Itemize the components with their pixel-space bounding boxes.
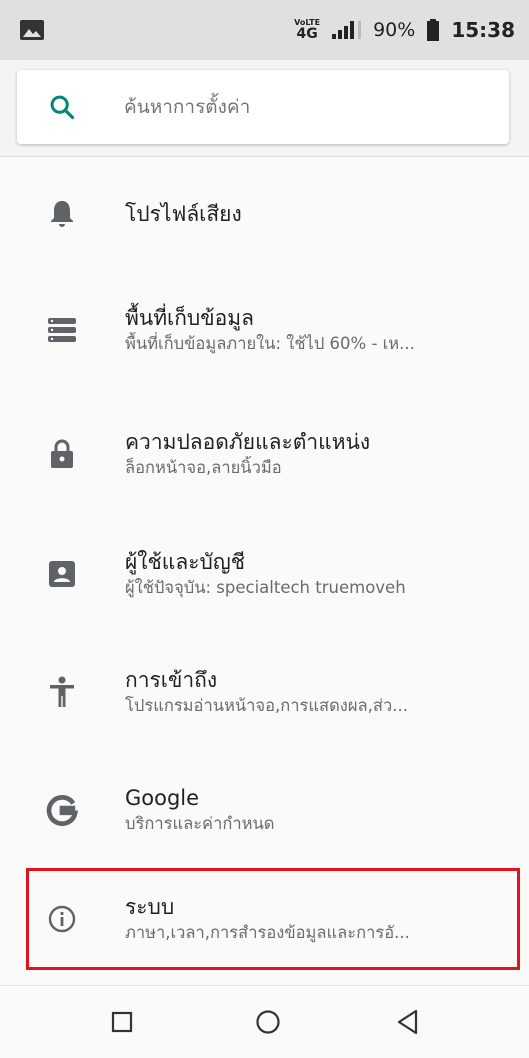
battery-percent: 90% xyxy=(373,19,416,41)
status-bar: VoLTE 4G 90% 15:38 xyxy=(0,0,529,61)
settings-item-storage[interactable]: พื้นที่เก็บข้อมูล พื้นที่เก็บข้อมูลภายใน… xyxy=(0,272,529,388)
info-icon xyxy=(46,903,78,935)
settings-item-sound-profile[interactable]: โปรไฟล์เสียง xyxy=(0,156,529,272)
recents-button[interactable] xyxy=(106,1006,138,1038)
search-area: ค้นหาการตั้งค่า xyxy=(0,60,529,157)
accessibility-icon xyxy=(46,676,78,708)
settings-item-subtitle: พื้นที่เก็บข้อมูลภายใน: ใช้ไป 60% - เห..… xyxy=(125,334,415,353)
account-icon xyxy=(46,558,78,590)
battery-icon xyxy=(427,19,440,41)
settings-item-title: ผู้ใช้และบัญชี xyxy=(125,550,245,574)
storage-icon xyxy=(46,314,78,346)
settings-item-title: ความปลอดภัยและตำแหน่ง xyxy=(125,430,371,454)
settings-item-title: ระบบ xyxy=(125,895,175,919)
search-placeholder: ค้นหาการตั้งค่า xyxy=(124,96,251,118)
settings-item-title: Google xyxy=(125,786,200,810)
settings-item-system[interactable]: ระบบ ภาษา,เวลา,การสำรองข้อมูลและการอั... xyxy=(0,868,529,970)
navigation-bar xyxy=(0,985,529,1058)
gallery-notification-icon xyxy=(20,20,44,40)
signal-icon xyxy=(332,21,362,39)
square-icon xyxy=(111,1011,133,1033)
settings-item-title: โปรไฟล์เสียง xyxy=(125,202,242,226)
search-icon xyxy=(50,95,75,120)
home-button[interactable] xyxy=(252,1006,284,1038)
settings-item-google[interactable]: Google บริการและค่ากำหนด xyxy=(0,752,529,868)
circle-icon xyxy=(256,1010,280,1034)
volte-indicator: VoLTE 4G xyxy=(294,18,321,42)
settings-item-subtitle: ภาษา,เวลา,การสำรองข้อมูลและการอั... xyxy=(125,923,410,942)
search-bar[interactable]: ค้นหาการตั้งค่า xyxy=(17,70,509,144)
google-icon xyxy=(46,794,78,827)
settings-item-title: พื้นที่เก็บข้อมูล xyxy=(125,306,254,330)
settings-item-title: การเข้าถึง xyxy=(125,668,218,692)
settings-item-security-location[interactable]: ความปลอดภัยและตำแหน่ง ล็อกหน้าจอ,ลายนิ้ว… xyxy=(0,396,529,512)
settings-item-users-accounts[interactable]: ผู้ใช้และบัญชี ผู้ใช้ปัจจุบัน: specialte… xyxy=(0,516,529,632)
settings-item-subtitle: ล็อกหน้าจอ,ลายนิ้วมือ xyxy=(125,458,282,477)
lock-icon xyxy=(46,438,78,470)
bell-icon xyxy=(46,198,78,230)
settings-item-subtitle: บริการและค่ากำหนด xyxy=(125,814,275,833)
settings-item-subtitle: โปรแกรมอ่านหน้าจอ,การแสดงผล,ส่ว... xyxy=(125,696,408,715)
clock: 15:38 xyxy=(451,18,515,42)
settings-item-accessibility[interactable]: การเข้าถึง โปรแกรมอ่านหน้าจอ,การแสดงผล,ส… xyxy=(0,634,529,750)
back-button[interactable] xyxy=(392,1006,424,1038)
triangle-back-icon xyxy=(397,1009,418,1035)
settings-item-subtitle: ผู้ใช้ปัจจุบัน: specialtech truemoveh xyxy=(125,578,406,597)
